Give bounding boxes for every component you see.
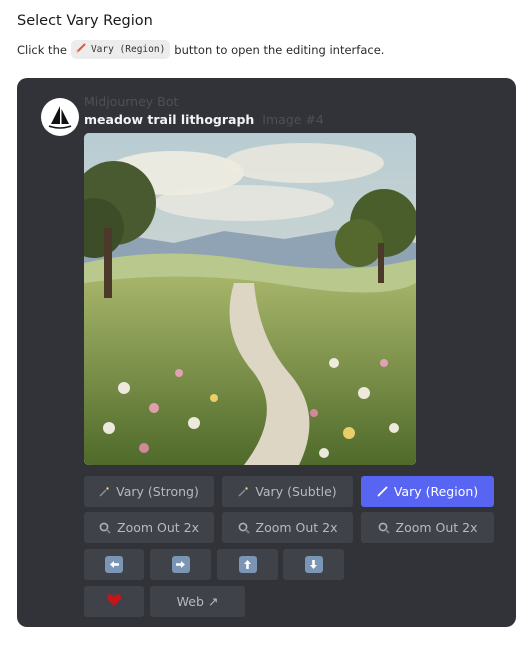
bot-avatar[interactable] — [41, 98, 79, 136]
page-heading: Select Vary Region — [17, 13, 153, 29]
magnifying-glass-icon — [378, 522, 390, 534]
instruction-text: Click the Vary (Region) button to open t… — [17, 40, 384, 59]
vary-strong-label: Vary (Strong) — [116, 484, 199, 499]
vary-region-button[interactable]: Vary (Region) — [361, 476, 494, 507]
zoom-out-2x-button-3[interactable]: Zoom Out 2x — [361, 512, 494, 543]
prompt-text: meadow trail lithograph — [84, 112, 255, 127]
pencil-icon — [377, 486, 388, 497]
pan-up-button[interactable] — [217, 549, 278, 580]
pencil-icon — [76, 43, 86, 56]
zoom-out-label-1: Zoom Out 2x — [117, 520, 199, 535]
prompt-line: meadow trail lithograph Image #4 — [84, 112, 324, 127]
instruction-before: Click the — [17, 42, 67, 57]
pan-left-button[interactable] — [84, 549, 144, 580]
bot-name[interactable]: Midjourney Bot — [84, 94, 178, 109]
inline-code-label: Vary (Region) — [90, 44, 166, 55]
web-label: Web ↗ — [176, 594, 219, 609]
magnifying-glass-icon — [99, 522, 111, 534]
arrow-up-icon — [238, 556, 257, 573]
zoom-out-label-2: Zoom Out 2x — [255, 520, 338, 535]
arrow-down-icon — [304, 556, 323, 573]
web-link-button[interactable]: Web ↗ — [150, 586, 245, 617]
pan-down-button[interactable] — [283, 549, 344, 580]
vary-subtle-button[interactable]: Vary (Subtle) — [222, 476, 353, 507]
inline-code-vary-region: Vary (Region) — [70, 40, 171, 59]
magic-wand-icon — [99, 486, 110, 497]
discord-message-card: Midjourney Bot meadow trail lithograph I… — [17, 78, 516, 627]
sailboat-logo-icon — [48, 106, 72, 129]
zoom-out-label-3: Zoom Out 2x — [395, 520, 478, 535]
image-number: Image #4 — [262, 112, 324, 127]
pan-right-button[interactable] — [150, 549, 211, 580]
vary-subtle-label: Vary (Subtle) — [255, 484, 337, 499]
instruction-after: button to open the editing interface. — [174, 42, 385, 57]
zoom-out-2x-button-1[interactable]: Zoom Out 2x — [84, 512, 214, 543]
magnifying-glass-icon — [238, 522, 250, 534]
generated-image[interactable] — [84, 133, 416, 465]
heart-icon — [106, 593, 122, 610]
zoom-out-2x-button-2[interactable]: Zoom Out 2x — [222, 512, 353, 543]
favorite-button[interactable] — [84, 586, 144, 617]
magic-wand-icon — [238, 486, 249, 497]
vary-strong-button[interactable]: Vary (Strong) — [84, 476, 214, 507]
arrow-left-icon — [105, 556, 123, 573]
vary-region-label: Vary (Region) — [393, 484, 479, 499]
arrow-right-icon — [171, 556, 190, 573]
